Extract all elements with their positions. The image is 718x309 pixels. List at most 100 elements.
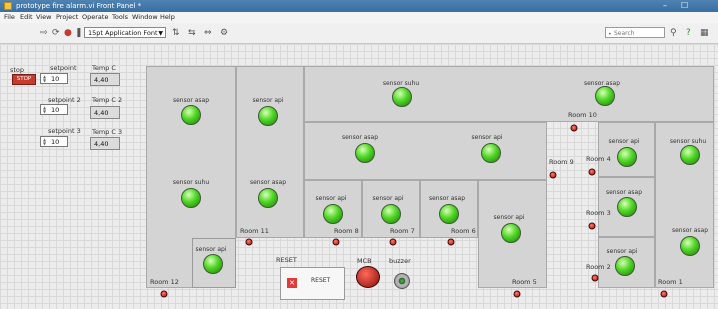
connector-pane-icon[interactable]: ▦: [700, 28, 709, 38]
setpoint-2-label: setpoint 2: [48, 96, 81, 104]
temp-3-label: Temp C 3: [92, 128, 123, 136]
distribute-objects-icon[interactable]: ⇆: [188, 28, 196, 38]
increment-decrement-icon[interactable]: ▲ ▼: [43, 106, 46, 114]
buzzer-indicator: [394, 273, 410, 289]
buzzer-label: buzzer: [389, 257, 411, 265]
room-label: Room 10: [568, 111, 597, 119]
alarm-led: [549, 171, 557, 179]
temp-2-label: Temp C 2: [92, 96, 123, 104]
sensor-label: sensor api: [471, 134, 503, 141]
room-label: Room 7: [390, 227, 415, 235]
sensor-label: sensor suhu: [669, 138, 707, 145]
sensor-label: sensor api: [606, 248, 638, 255]
alarm-led: [332, 238, 340, 246]
setpoint-2-input[interactable]: ▲ ▼ 10: [40, 104, 68, 115]
room-label: Room 9: [549, 158, 574, 166]
close-x-icon: ✕: [287, 278, 297, 288]
sensor-label: sensor api: [493, 214, 525, 221]
room-label: Room 5: [512, 278, 537, 286]
help-icon[interactable]: ?: [686, 28, 691, 38]
search-input[interactable]: • Search: [605, 27, 665, 38]
alarm-led: [588, 222, 596, 230]
sensor-led: [617, 147, 637, 167]
room-label: Room 6: [451, 227, 476, 235]
abort-icon[interactable]: ●: [64, 28, 72, 38]
sensor-label: sensor api: [195, 246, 227, 253]
run-arrow-icon[interactable]: ⇨: [40, 28, 48, 38]
room-10-lower-panel: [304, 122, 547, 180]
minimize-icon[interactable]: –: [663, 0, 667, 12]
search-icon[interactable]: ⚲: [670, 28, 677, 38]
alarm-led: [660, 290, 668, 298]
run-continuously-icon[interactable]: ⟳: [52, 28, 60, 38]
increment-decrement-icon[interactable]: ▲ ▼: [43, 75, 46, 83]
menu-tools[interactable]: Tools: [112, 12, 128, 23]
alarm-led: [513, 290, 521, 298]
menu-view[interactable]: View: [36, 12, 51, 23]
sensor-label: sensor asap: [249, 179, 287, 186]
alarm-led: [447, 238, 455, 246]
sensor-led: [355, 143, 375, 163]
chevron-down-icon: ▼: [158, 30, 163, 37]
sensor-led: [439, 204, 459, 224]
reset-button[interactable]: ✕ RESET: [280, 267, 345, 300]
sensor-label: sensor api: [315, 195, 347, 202]
sensor-label: sensor api: [372, 195, 404, 202]
align-objects-icon[interactable]: ⇅: [172, 28, 180, 38]
window-title: prototype fire alarm.vi Front Panel *: [16, 2, 142, 10]
menu-window[interactable]: Window: [132, 12, 158, 23]
room-label: Room 3: [586, 209, 611, 217]
temp-3-indicator: 4,40: [90, 137, 120, 150]
toolbar: ⇨ ⟳ ● ❚❚ 15pt Application Font ▼ ⇅ ⇆ ⇔ ⚙ …: [0, 23, 718, 44]
sensor-led: [203, 254, 223, 274]
front-panel-canvas: stop STOP setpoint ▲ ▼ 10 Temp C 4,40 setp…: [0, 44, 718, 309]
sensor-label: sensor api: [608, 138, 640, 145]
menu-edit[interactable]: Edit: [20, 12, 33, 23]
menu-operate[interactable]: Operate: [82, 12, 108, 23]
stop-button[interactable]: STOP: [12, 74, 36, 85]
alarm-led: [570, 124, 578, 132]
sensor-led: [481, 143, 501, 163]
sensor-led: [595, 86, 615, 106]
title-bar: prototype fire alarm.vi Front Panel * – …: [0, 0, 718, 12]
setpoint-3-input[interactable]: ▲ ▼ 10: [40, 136, 68, 147]
room-label: Room 12: [150, 278, 179, 286]
sensor-label: sensor asap: [428, 195, 466, 202]
sensor-led: [323, 204, 343, 224]
sensor-led: [181, 188, 201, 208]
reset-label: RESET: [276, 256, 297, 264]
sensor-label: sensor api: [252, 97, 284, 104]
sensor-led: [392, 87, 412, 107]
search-dot-icon: •: [608, 31, 612, 38]
sensor-led: [181, 105, 201, 125]
sensor-led: [258, 188, 278, 208]
temp-2-indicator: 4,40: [90, 106, 120, 119]
temp-indicator: 4,40: [90, 73, 120, 86]
menu-project[interactable]: Project: [56, 12, 78, 23]
alarm-led: [588, 168, 596, 176]
stop-label: stop: [10, 66, 25, 74]
resize-objects-icon[interactable]: ⇔: [204, 28, 212, 38]
menu-help[interactable]: Help: [160, 12, 175, 23]
mcb-button[interactable]: [356, 266, 380, 288]
labview-app-icon: [4, 2, 12, 10]
alarm-led: [591, 274, 599, 282]
menu-file[interactable]: File: [4, 12, 15, 23]
maximize-icon[interactable]: ☐: [681, 0, 688, 12]
alarm-led: [245, 238, 253, 246]
sensor-led: [615, 256, 635, 276]
sensor-label: sensor asap: [671, 227, 709, 234]
sensor-label: sensor suhu: [172, 179, 210, 186]
mcb-label: MCB: [357, 257, 372, 265]
sensor-led: [680, 145, 700, 165]
sensor-led: [501, 223, 521, 243]
room-label: Room 11: [240, 227, 269, 235]
setpoint-input[interactable]: ▲ ▼ 10: [40, 73, 68, 84]
room-label: Room 1: [658, 278, 683, 286]
sensor-led: [680, 236, 700, 256]
room-label: Room 8: [334, 227, 359, 235]
sensor-led: [381, 204, 401, 224]
increment-decrement-icon[interactable]: ▲ ▼: [43, 138, 46, 146]
reorder-icon[interactable]: ⚙: [220, 28, 228, 38]
font-select[interactable]: 15pt Application Font ▼: [84, 27, 166, 38]
